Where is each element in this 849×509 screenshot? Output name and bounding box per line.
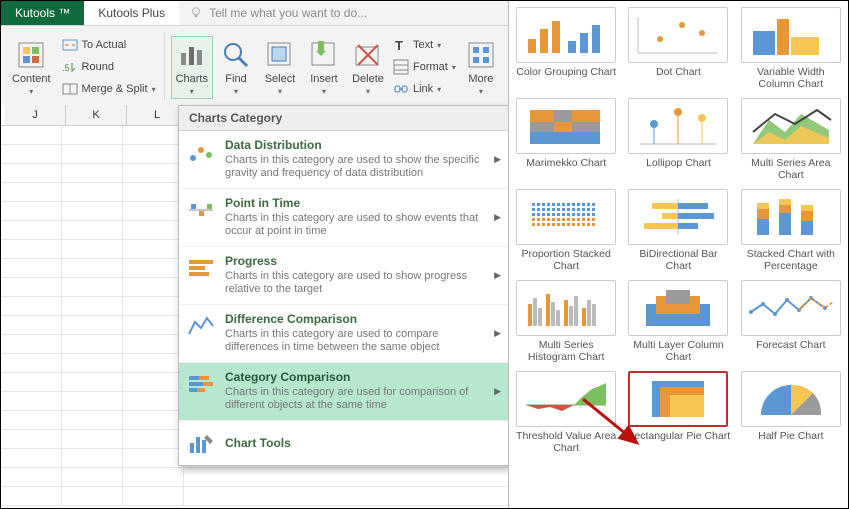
category-category-comparison[interactable]: Category ComparisonCharts in this catego… [179,363,511,421]
insert-icon [308,39,340,71]
find-button[interactable]: Find▾ [215,36,257,99]
more-button[interactable]: More▾ [460,36,502,99]
chart-multi-series-area[interactable]: Multi Series Area Chart [739,98,843,181]
format-icon [393,59,409,75]
merge-split-icon [62,81,78,97]
delete-button[interactable]: Delete▾ [347,36,389,99]
point-in-time-icon [187,198,215,222]
round-icon: .5 [62,59,78,75]
submenu-arrow-icon: ▶ [492,386,503,397]
chart-tools-icon [187,431,215,455]
svg-text:T: T [395,38,403,53]
link-button[interactable]: Link ▾ [391,78,458,100]
select-button[interactable]: Select▾ [259,36,301,99]
chart-rectangular-pie[interactable]: Rectangular Pie Chart [626,371,730,454]
text-icon: T [393,37,409,53]
delete-icon [352,39,384,71]
chart-lollipop[interactable]: Lollipop Chart [626,98,730,181]
chart-threshold-value-area[interactable]: Threshold Value Area Chart [514,371,618,454]
chart-tools[interactable]: Chart Tools [179,421,511,465]
chart-multi-layer-column[interactable]: Multi Layer Column Chart [626,280,730,363]
data-distribution-icon [187,140,215,164]
chart-bidirectional-bar[interactable]: BiDirectional Bar Chart [626,189,730,272]
round-button[interactable]: .5Round [60,56,158,78]
col-header-k[interactable]: K [66,105,127,125]
text-button[interactable]: TText ▾ [391,34,458,56]
chart-dot[interactable]: Dot Chart [626,7,730,90]
chart-forecast[interactable]: Forecast Chart [739,280,843,363]
link-icon [393,81,409,97]
content-icon [15,39,47,71]
chart-variable-width-column[interactable]: Variable Width Column Chart [739,7,843,90]
merge-split-button[interactable]: Merge & Split ▾ [60,78,158,100]
submenu-arrow-icon: ▶ [492,270,503,281]
submenu-arrow-icon: ▶ [492,212,503,223]
category-point-in-time[interactable]: Point in TimeCharts in this category are… [179,189,511,247]
category-difference-comparison[interactable]: Difference ComparisonCharts in this cate… [179,305,511,363]
format-button[interactable]: Format ▾ [391,56,458,78]
submenu-arrow-icon: ▶ [492,154,503,165]
chart-multi-series-histogram[interactable]: Multi Series Histogram Chart [514,280,618,363]
menu-title: Charts Category [179,106,511,131]
tab-kutools-plus[interactable]: Kutools Plus [84,1,179,25]
charts-button[interactable]: Charts▾ [171,36,213,99]
find-icon [220,39,252,71]
chevron-down-icon: ▾ [29,87,33,96]
tell-me-label: Tell me what you want to do... [209,6,367,20]
chart-type-gallery: Color Grouping Chart Dot Chart Variable … [508,1,848,508]
difference-comparison-icon [187,314,215,338]
lightbulb-icon [189,6,203,20]
content-button[interactable]: Content ▾ [7,36,56,99]
charts-category-menu: Charts Category Data DistributionCharts … [178,105,512,466]
progress-icon [187,256,215,280]
content-label: Content [12,73,51,85]
chart-half-pie[interactable]: Half Pie Chart [739,371,843,454]
charts-icon [176,39,208,71]
chart-stacked-percentage[interactable]: Stacked Chart with Percentage [739,189,843,272]
more-icon [465,39,497,71]
chart-color-grouping[interactable]: Color Grouping Chart [514,7,618,90]
chart-marimekko[interactable]: Marimekko Chart [514,98,618,181]
select-icon [264,39,296,71]
svg-text:.5: .5 [62,63,70,73]
category-data-distribution[interactable]: Data DistributionCharts in this category… [179,131,511,189]
to-actual-icon [62,37,78,53]
to-actual-button[interactable]: To Actual [60,34,158,56]
insert-button[interactable]: Insert▾ [303,36,345,99]
chart-proportion-stacked[interactable]: Proportion Stacked Chart [514,189,618,272]
tab-kutools[interactable]: Kutools ™ [1,1,84,25]
category-progress[interactable]: ProgressCharts in this category are used… [179,247,511,305]
col-header-j[interactable]: J [5,105,66,125]
submenu-arrow-icon: ▶ [492,328,503,339]
category-comparison-icon [187,372,215,396]
